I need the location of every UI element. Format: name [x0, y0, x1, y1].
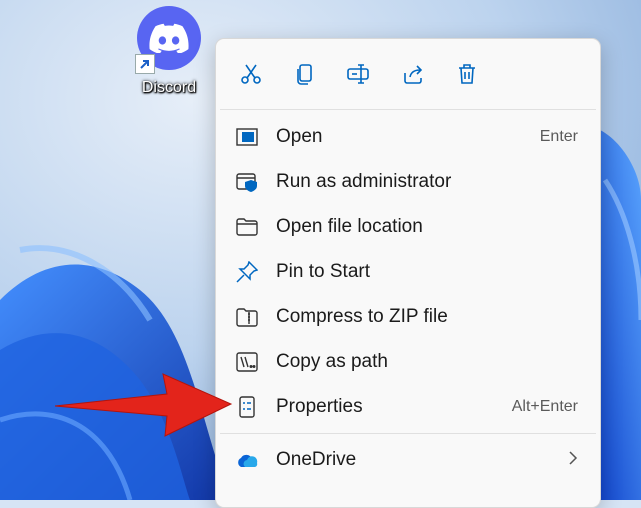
- cut-button[interactable]: [234, 57, 268, 91]
- share-button[interactable]: [396, 57, 430, 91]
- admin-shield-icon: [234, 169, 260, 195]
- quick-actions-bar: [216, 39, 600, 109]
- discord-logo-icon: [135, 6, 201, 74]
- folder-icon: [234, 214, 260, 240]
- menu-item-label: Compress to ZIP file: [276, 305, 448, 327]
- copy-icon: [297, 64, 312, 85]
- rename-button[interactable]: [342, 57, 376, 91]
- menu-item-run-as-administrator[interactable]: Run as administrator: [216, 159, 600, 204]
- copy-path-icon: [234, 349, 260, 375]
- chevron-right-icon: [568, 449, 578, 471]
- menu-item-open[interactable]: Open Enter: [216, 114, 600, 159]
- pin-icon: [234, 259, 260, 285]
- menu-item-label: Properties: [276, 395, 363, 417]
- rename-icon: [347, 64, 369, 84]
- menu-item-label: Copy as path: [276, 350, 388, 372]
- cut-icon: [241, 64, 261, 84]
- onedrive-cloud-icon: [234, 447, 260, 473]
- menu-item-pin-to-start[interactable]: Pin to Start: [216, 249, 600, 294]
- shortcut-arrow-icon: [135, 54, 155, 74]
- open-icon: [234, 124, 260, 150]
- menu-item-compress-to-zip[interactable]: Compress to ZIP file: [216, 294, 600, 339]
- menu-item-label: Open file location: [276, 215, 423, 237]
- menu-item-copy-as-path[interactable]: Copy as path: [216, 339, 600, 384]
- menu-item-label: Run as administrator: [276, 170, 452, 192]
- menu-item-shortcut: Enter: [539, 127, 578, 145]
- annotation-arrow: [54, 370, 235, 445]
- menu-item-onedrive[interactable]: OneDrive: [216, 434, 600, 486]
- share-icon: [404, 65, 423, 84]
- menu-item-open-file-location[interactable]: Open file location: [216, 204, 600, 249]
- menu-item-label: Open: [276, 125, 323, 147]
- zip-icon: [234, 304, 260, 330]
- menu-item-label: OneDrive: [276, 449, 357, 470]
- delete-button[interactable]: [450, 57, 484, 91]
- desktop-icon-label: Discord: [141, 79, 197, 96]
- context-menu: Open Enter Run as administrator Open fil…: [215, 38, 601, 508]
- menu-item-properties[interactable]: Properties Alt+Enter: [216, 384, 600, 429]
- menu-item-label: Pin to Start: [276, 260, 370, 282]
- desktop-icon-discord[interactable]: Discord: [131, 6, 207, 97]
- copy-button[interactable]: [288, 57, 322, 91]
- menu-item-shortcut: Alt+Enter: [511, 397, 578, 415]
- delete-icon: [459, 64, 475, 84]
- properties-icon: [234, 394, 260, 420]
